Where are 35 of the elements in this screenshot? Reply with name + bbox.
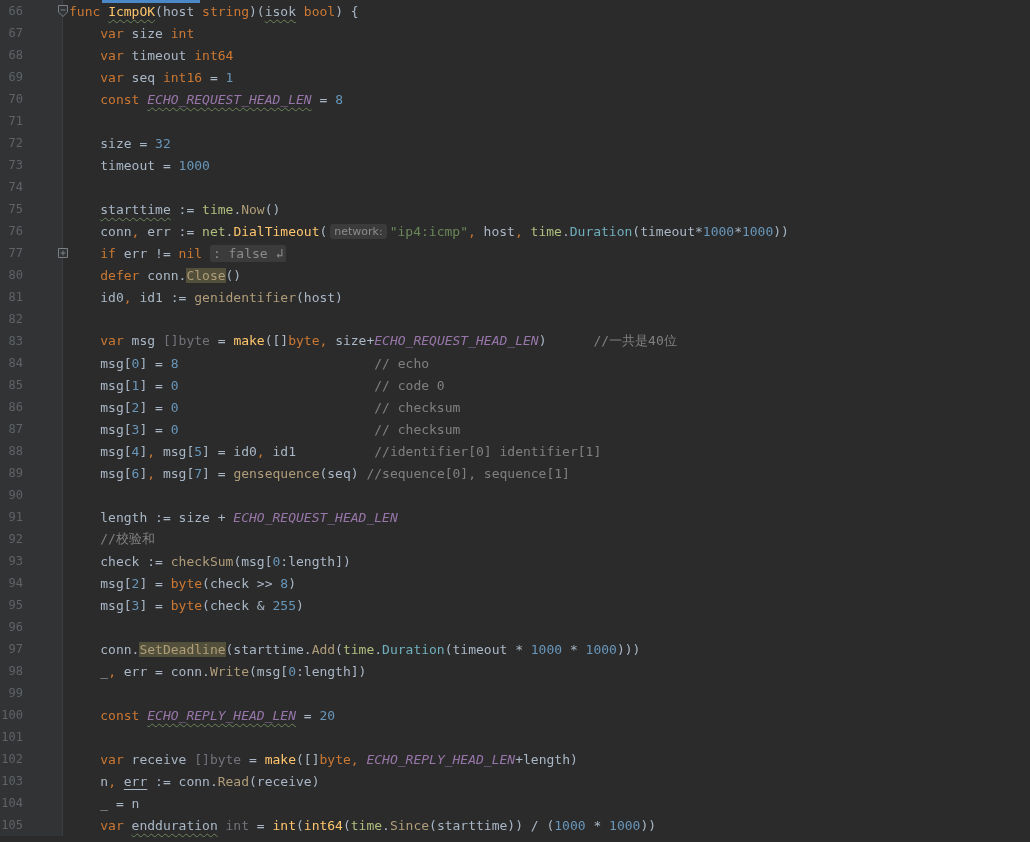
code-text: n, err := conn.Read(receive) [100,773,320,789]
parameter-hint: network: [330,223,387,239]
code-text: _, err = conn.Write(msg[0:length]) [100,663,367,679]
code-text: const ECHO_REQUEST_HEAD_LEN = 8 [100,91,343,107]
code-text: msg[6], msg[7] = gensequence(seq) //sequence[0], sequence[1] [100,465,570,481]
code-text: msg[3] = 0 // checksum [100,421,461,437]
code-text: _ = n [100,795,140,811]
code-text: msg[1] = 0 // code 0 [100,377,445,393]
code-text: defer conn.Close() [100,267,242,283]
code-text: msg[0] = 8 // echo [100,355,430,371]
code-text: var seq int16 = 1 [100,69,234,85]
code-text: check := checkSum(msg[0:length]) [100,553,351,569]
code-text: var timeout int64 [100,47,234,63]
code-text: starttime := time.Now() [100,201,281,217]
code-text: "ip4:icmp", host, time.Duration(timeout*1000*1000)) [389,223,789,239]
code-text: var size int [100,25,195,41]
code-text: size = 32 [100,135,171,151]
code-text: msg[2] = byte(check >> 8) [100,575,296,591]
code-text: conn, err := net.DialTimeout( [100,223,328,239]
code-text: length := size + ECHO_REQUEST_HEAD_LEN [100,509,398,525]
code-text: id0, id1 := genidentifier(host) [100,289,343,305]
folded-code[interactable]: : false ↲ [209,244,287,262]
expand-icon[interactable] [58,247,68,259]
code-text: var receive []byte = make([]byte, ECHO_REPLY_HEAD_LEN+length) [100,751,578,767]
code-text: msg[3] = byte(check & 255) [100,597,304,613]
code-text: timeout = 1000 [100,157,210,173]
code-text: const ECHO_REPLY_HEAD_LEN = 20 [100,707,336,723]
code-text: //校验和 [100,530,155,548]
code-text: msg[2] = 0 // checksum [100,399,461,415]
code-text: func IcmpOK(host string)(isok bool) { [69,3,359,19]
code-text: msg[4], msg[5] = id0, id1 //identifier[0] identifier[1] [100,443,602,459]
code-text: var endduration int = int(int64(time.Since(starttime)) / (1000 * 1000)) [100,817,657,833]
collapse-icon[interactable] [58,5,68,17]
code-text: if err != nil [100,245,203,261]
code-text: conn.SetDeadline(starttime.Add(time.Duration(timeout * 1000 * 1000))) [100,641,641,657]
